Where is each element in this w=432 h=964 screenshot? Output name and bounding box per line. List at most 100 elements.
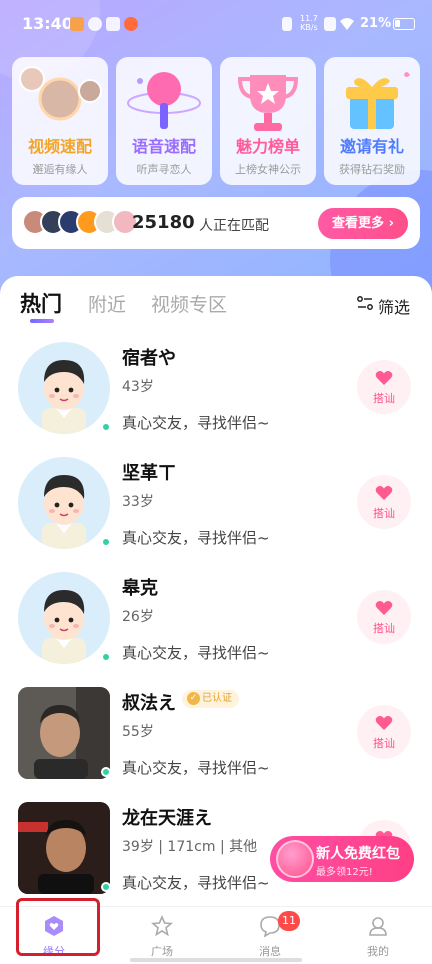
profile-icon [369,917,387,936]
user-name: 宿者や [122,348,176,369]
card-title: 语音速配 [131,137,196,156]
heart-icon [375,601,393,615]
avatar [18,572,110,664]
unread-badge: 11 [278,911,300,931]
app-notification-icon [70,17,84,31]
list-item[interactable]: 宿者や 43岁 真心交友，寻找伴侣~ 搭讪 [0,336,432,451]
greet-button[interactable]: 搭讪 [357,475,411,529]
nav-messages[interactable]: 11 消息 [216,907,324,964]
card-title: 视频速配 [27,137,92,156]
user-name: 龙在天涯え [122,808,212,829]
tab-indicator [30,319,54,323]
wifi-icon [340,18,354,30]
greet-label: 搭讪 [373,622,395,635]
matching-count: 25180 [132,212,195,233]
online-indicator [101,767,111,777]
video-avatars-icon [19,66,102,121]
card-subtitle: 获得钻石奖励 [339,163,405,176]
list-item[interactable]: 坚革ㄒ 33岁 真心交友，寻找伴侣~ 搭讪 [0,451,432,566]
greet-label: 搭讪 [373,737,395,750]
home-indicator [130,958,302,962]
greet-label: 搭讪 [373,392,395,405]
avatar [18,457,110,549]
invite-gift-card[interactable]: 邀请有礼 获得钻石奖励 [324,57,420,185]
user-age: 55岁 [122,724,154,740]
greet-button[interactable]: 搭讪 [357,360,411,414]
filter-icon [357,296,373,310]
feature-cards: 视频速配 邂逅有缘人 语音速配 听声寻恋人 魅力榜单 上榜女神公示 邀请有礼 获… [12,57,420,185]
tab-bar: 热门 附近 视频专区 筛选 [0,276,432,332]
card-title: 魅力榜单 [235,137,300,156]
cartoon-boy-icon [42,475,86,549]
weibo-icon [124,17,138,31]
voice-match-card[interactable]: 语音速配 听声寻恋人 [116,57,212,185]
card-subtitle: 邂逅有缘人 [32,163,88,176]
battery-percent: 21% [360,16,392,31]
vibrate-icon [282,17,292,31]
user-bio: 真心交友，寻找伴侣~ [122,644,270,662]
selection-highlight [16,898,100,956]
user-age: 39岁 | 171cm | 其他 [122,839,258,855]
tab-video-zone[interactable]: 视频专区 [151,290,227,317]
heart-icon [375,716,393,730]
red-packet-promo[interactable]: 新人免费红包 最多领12元! [270,836,414,882]
list-item[interactable]: 皋克 26岁 真心交友，寻找伴侣~ 搭讪 [0,566,432,681]
chevron-right-icon: › [388,216,394,231]
user-name: 皋克 [122,578,158,599]
filter-button[interactable]: 筛选 [356,290,416,318]
matching-label: 人正在匹配 [199,218,269,234]
avatar-wrap [18,457,111,549]
promo-title: 新人免费红包 [316,846,400,862]
user-bio: 真心交友，寻找伴侣~ [122,759,270,777]
card-subtitle: 上榜女神公示 [235,163,301,176]
gift-box-icon [346,72,410,129]
nav-plaza[interactable]: 广场 [108,907,216,964]
cartoon-boy-icon [42,590,86,664]
nav-label: 我的 [367,945,389,958]
net-speed: 11.7 KB/s [300,14,318,32]
user-age: 26岁 [122,609,154,625]
microphone-icon [127,72,201,129]
filter-label: 筛选 [378,298,411,317]
matching-bar: 25180 人正在匹配 查看更多 › [12,197,420,249]
online-indicator [101,422,111,432]
tab-hot[interactable]: 热门 [20,288,62,318]
avatar-wrap [18,342,111,434]
user-photo [18,802,110,894]
red-packet-icon [276,840,314,878]
card-subtitle: 听声寻恋人 [136,163,192,176]
user-bio: 真心交友，寻找伴侣~ [122,529,270,547]
matching-avatars [22,209,138,237]
promo-subtitle: 最多领12元! [316,867,373,878]
heart-icon [375,486,393,500]
online-indicator [101,882,111,892]
user-bio: 真心交友，寻找伴侣~ [122,414,270,432]
see-more-button[interactable]: 查看更多 › [318,208,408,239]
sim-icon [324,17,336,31]
avatar [18,342,110,434]
greet-button[interactable]: 搭讪 [357,590,411,644]
user-name: 叔法え [122,693,176,714]
avatar-wrap [18,687,111,779]
tab-nearby[interactable]: 附近 [88,290,126,317]
charm-ranking-card[interactable]: 魅力榜单 上榜女神公示 [220,57,316,185]
user-photo [18,687,110,779]
greet-label: 搭讪 [373,507,395,520]
greet-button[interactable]: 搭讪 [357,705,411,759]
list-item[interactable]: 叔法え 已认证 55岁 真心交友，寻找伴侣~ 搭讪 [0,681,432,796]
nav-label: 广场 [151,945,173,958]
star-icon [151,915,173,937]
app-notification-icon [88,17,102,31]
card-title: 邀请有礼 [339,137,404,156]
user-age: 33岁 [122,494,154,510]
heart-icon [375,371,393,385]
app-notification-icon [106,17,120,31]
nav-profile[interactable]: 我的 [324,907,432,964]
avatar [18,802,110,894]
verified-badge: 已认证 [182,690,239,708]
cartoon-boy-icon [42,360,86,434]
trophy-icon [237,75,299,131]
video-match-card[interactable]: 视频速配 邂逅有缘人 [12,57,108,185]
avatar [18,687,110,779]
status-time: 13:40 [22,14,73,33]
